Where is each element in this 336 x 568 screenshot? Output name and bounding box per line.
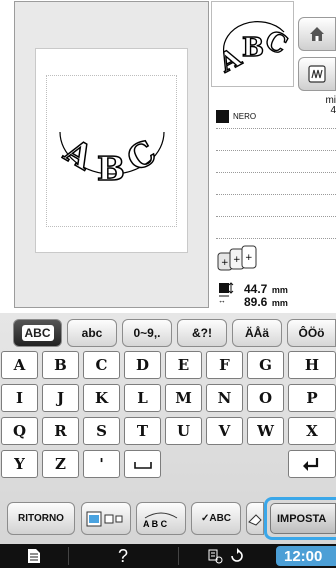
key-h[interactable]: H <box>288 351 336 379</box>
key-space[interactable] <box>124 450 161 478</box>
svg-text:+: + <box>233 255 241 265</box>
key-o[interactable]: O <box>247 384 284 412</box>
key-p[interactable]: P <box>288 384 336 412</box>
tab-lowercase[interactable]: abc <box>67 319 117 347</box>
key-enter[interactable] <box>288 450 336 478</box>
color-list-divider <box>216 238 336 239</box>
clock: 12:00 <box>276 546 336 566</box>
stitch-view-button[interactable] <box>298 57 336 91</box>
arc-letter-b: B <box>97 149 125 188</box>
eraser-icon <box>248 513 262 526</box>
thread-info: mi 4 <box>325 95 336 116</box>
key-d[interactable]: D <box>124 351 161 379</box>
key-a[interactable]: A <box>1 351 38 379</box>
svg-text:+: + <box>245 253 253 263</box>
letter-spacing-icon: A B C <box>143 512 178 529</box>
key-z[interactable]: Z <box>42 450 79 478</box>
key-apostrophe[interactable]: ' <box>83 450 120 478</box>
key-q[interactable]: Q <box>1 417 38 445</box>
preview-letter-c: C <box>260 25 292 61</box>
back-button[interactable]: RITORNO <box>7 502 75 535</box>
document-button[interactable] <box>0 544 68 568</box>
key-j[interactable]: J <box>42 384 79 412</box>
tab-accented-o[interactable]: ÔÖö <box>287 319 336 347</box>
settings-button[interactable] <box>178 544 274 568</box>
key-e[interactable]: E <box>165 351 202 379</box>
key-w[interactable]: W <box>247 417 284 445</box>
arc-letter-a: A <box>57 130 100 177</box>
color-list-divider <box>216 128 336 129</box>
tab-accented-a[interactable]: ÄÅä <box>232 319 282 347</box>
home-button[interactable] <box>298 17 336 51</box>
space-icon <box>133 462 152 469</box>
key-g[interactable]: G <box>247 351 284 379</box>
set-button[interactable]: IMPOSTA <box>270 503 336 534</box>
key-t[interactable]: T <box>124 417 161 445</box>
stitch-preview-icon <box>308 65 326 83</box>
tab-symbols[interactable]: &?! <box>177 319 227 347</box>
pattern-preview: A B C <box>211 1 294 87</box>
key-f[interactable]: F <box>206 351 243 379</box>
tab-numbers[interactable]: 0~9,. <box>122 319 172 347</box>
check-spelling-button[interactable]: ✓ABC <box>191 502 241 535</box>
document-icon <box>28 549 40 563</box>
embroidery-page: A B C <box>35 48 188 253</box>
key-r[interactable]: R <box>42 417 79 445</box>
thread-spools-icon: + + + <box>216 245 272 272</box>
key-m[interactable]: M <box>165 384 202 412</box>
tab-uppercase[interactable]: ABC <box>13 319 62 347</box>
letter-spacing-button[interactable]: A B C <box>136 502 186 535</box>
enter-icon <box>303 458 319 471</box>
key-k[interactable]: K <box>83 384 120 412</box>
color-list-divider <box>216 150 336 151</box>
key-l[interactable]: L <box>124 384 161 412</box>
home-icon <box>310 27 324 41</box>
color-list-divider <box>216 194 336 195</box>
key-i[interactable]: I <box>1 384 38 412</box>
height-value: 89.6 <box>244 295 268 309</box>
rotate-icon <box>231 548 243 562</box>
key-u[interactable]: U <box>165 417 202 445</box>
arrangement-icon <box>86 511 123 526</box>
svg-text:+: + <box>221 258 229 268</box>
key-c[interactable]: C <box>83 351 120 379</box>
arrangement-button[interactable] <box>81 502 131 535</box>
thread-color-entry: NERO <box>216 110 256 123</box>
key-v[interactable]: V <box>206 417 243 445</box>
help-button[interactable]: ? <box>68 544 178 568</box>
color-list-divider <box>216 172 336 173</box>
key-b[interactable]: B <box>42 351 79 379</box>
thread-color-swatch <box>216 110 229 123</box>
set-button-highlight: IMPOSTA <box>264 497 336 540</box>
delete-button[interactable] <box>246 502 264 535</box>
key-y[interactable]: Y <box>1 450 38 478</box>
thread-color-name: NERO <box>233 112 257 121</box>
key-s[interactable]: S <box>83 417 120 445</box>
height-unit: mm <box>271 298 288 308</box>
key-x[interactable]: X <box>288 417 336 445</box>
svg-text:A B C: A B C <box>143 519 168 529</box>
key-n[interactable]: N <box>206 384 243 412</box>
arc-text-pattern[interactable]: A B C <box>36 49 189 254</box>
color-list-divider <box>216 216 336 217</box>
settings-icon <box>208 549 223 564</box>
embroidery-canvas[interactable]: A B C <box>14 1 209 308</box>
